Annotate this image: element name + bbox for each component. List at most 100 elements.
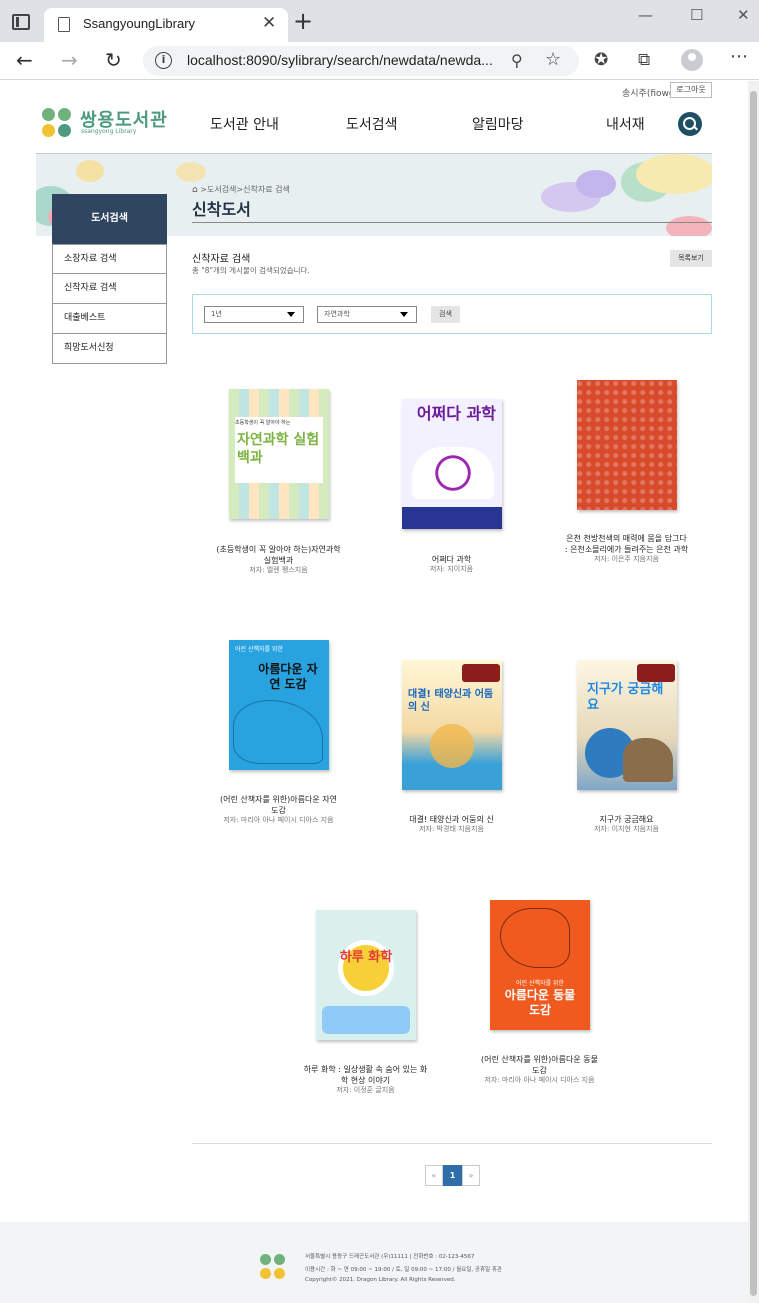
- book-cover-title: 하루 화학: [339, 950, 393, 965]
- sidebar-item-loan-best[interactable]: 대출베스트: [52, 304, 167, 334]
- browser-tab[interactable]: SsangyoungLibrary ✕: [44, 8, 288, 42]
- section-title: 신착자료 검색: [192, 254, 251, 265]
- book-cover[interactable]: [577, 380, 677, 510]
- refresh-icon[interactable]: ↻: [105, 48, 122, 72]
- browser-toolbar: ← → ↻ i localhost:8090/sylibrary/search/…: [0, 42, 759, 80]
- category-select-value: 자연과학: [324, 310, 350, 318]
- back-icon[interactable]: ←: [16, 48, 33, 72]
- book-cover[interactable]: 어린 산책자를 위한 아름다운 동물 도감: [490, 900, 590, 1030]
- book-title[interactable]: 은천 천방천색의 매력에 몸을 담그다 : 은천소믈리에가 들려주는 은천 과학…: [564, 533, 689, 564]
- logo-icon[interactable]: [42, 108, 72, 138]
- sidebar-item-new-arrivals[interactable]: 신착자료 검색: [52, 274, 167, 304]
- favorites-icon[interactable]: ✪: [594, 50, 608, 70]
- book-title[interactable]: 대결! 태양신과 어둠의 신 저자: 박경태 지음지음: [389, 814, 514, 834]
- book-title-text[interactable]: 은천 천방천색의 매력에 몸을 담그다 : 은천소믈리에가 들려주는 은천 과학: [565, 534, 688, 554]
- profile-icon[interactable]: [681, 49, 703, 71]
- logout-button[interactable]: 로그아웃: [670, 82, 712, 98]
- book-author: 저자: 박경태 지음지음: [419, 825, 484, 833]
- book-cover-subtitle: 어린 산책자를 위한: [235, 646, 283, 653]
- banner-cloud: [176, 162, 206, 182]
- zoom-icon[interactable]: ⚲: [511, 51, 523, 70]
- home-icon[interactable]: ⌂: [192, 185, 198, 195]
- close-tab-icon[interactable]: ✕: [262, 13, 276, 33]
- book-title-text[interactable]: 어쩌다 과학: [432, 555, 471, 564]
- add-favorite-icon[interactable]: ☆: [545, 49, 561, 70]
- sidebar-item-book-request[interactable]: 희망도서신청: [52, 334, 167, 364]
- book-cover[interactable]: 하루 화학: [316, 910, 416, 1040]
- book-cover[interactable]: 어린 산책자를 위한 아름다운 자연 도감: [229, 640, 329, 770]
- scrollbar[interactable]: [748, 81, 759, 1303]
- book-author: 저자: 이정훈 글지음: [336, 1086, 395, 1094]
- list-view-button[interactable]: 목록보기: [670, 250, 712, 267]
- period-select-value: 1년: [211, 310, 222, 318]
- book-cover-title: 대결! 태양신과 어둠의 신: [408, 689, 494, 713]
- pagination-current[interactable]: 1: [443, 1165, 462, 1186]
- book-cover-title: 자연과학 실험백과: [237, 432, 320, 466]
- sidebar-item-holdings-search[interactable]: 소장자료 검색: [52, 244, 167, 274]
- book-author: 저자: 엘렌 펭스지음: [249, 566, 308, 574]
- book-title[interactable]: (어린 산책자를 위한)아름다운 동물 도감 저자: 마리아 아나 페이시 디아…: [477, 1054, 602, 1085]
- book-cover-subtitle: 어린 산책자를 위한: [516, 980, 564, 987]
- book-cover-title: 아름다운 동물 도감: [504, 988, 576, 1017]
- book-author: 저자: 이지현 지음지음: [594, 825, 659, 833]
- period-select[interactable]: 1년: [204, 306, 304, 323]
- info-icon[interactable]: i: [155, 52, 172, 69]
- chevron-down-icon: [287, 312, 295, 317]
- book-cover-title: 지구가 궁금해요: [587, 682, 664, 713]
- book-title-text[interactable]: (초등학생이 꼭 알아야 하는)자연과학 실험백과: [216, 545, 340, 565]
- book-title[interactable]: 하루 화학 : 일상생활 속 숨어 있는 화학 현상 이야기 저자: 이정훈 글…: [303, 1064, 428, 1095]
- pagination-next[interactable]: »: [462, 1165, 480, 1186]
- nav-book-search[interactable]: 도서검색: [346, 114, 398, 134]
- book-cover-title: 어쩌다 과학: [416, 404, 496, 423]
- search-icon[interactable]: [678, 112, 702, 136]
- banner-cloud: [76, 160, 104, 182]
- new-tab-icon[interactable]: +: [293, 9, 313, 33]
- content-divider: [192, 1143, 712, 1144]
- page-title: 신착도서: [192, 200, 251, 219]
- minimize-icon[interactable]: —: [638, 6, 653, 24]
- book-author: 저자: 지이지음: [429, 565, 474, 573]
- result-count: 총 "8"개의 게시물이 검색되었습니다.: [192, 266, 310, 275]
- book-cover-title: 아름다운 자연 도감: [258, 662, 318, 691]
- book-title-text[interactable]: 대결! 태양신과 어둠의 신: [409, 815, 493, 824]
- footer-logo-icon: [260, 1254, 286, 1280]
- nav-notice[interactable]: 알림마당: [472, 114, 524, 134]
- breadcrumb-path: >도서검색>신착자료 검색: [200, 185, 290, 194]
- book-title-text[interactable]: 지구가 궁금해요: [599, 815, 653, 824]
- book-title[interactable]: 어쩌다 과학 저자: 지이지음: [389, 554, 514, 574]
- book-cover[interactable]: 대결! 태양신과 어둠의 신: [402, 660, 502, 790]
- more-icon[interactable]: ⋯: [730, 46, 748, 67]
- tab-title: SsangyoungLibrary: [83, 16, 196, 31]
- book-title-text[interactable]: 하루 화학 : 일상생활 속 숨어 있는 화학 현상 이야기: [304, 1065, 428, 1085]
- address-bar[interactable]: i localhost:8090/sylibrary/search/newdat…: [143, 46, 579, 76]
- collections-icon[interactable]: ⧉: [638, 50, 650, 70]
- maximize-icon[interactable]: ☐: [690, 6, 703, 24]
- book-title[interactable]: (초등학생이 꼭 알아야 하는)자연과학 실험백과 저자: 엘렌 펭스지음: [216, 544, 341, 575]
- category-select[interactable]: 자연과학: [317, 306, 417, 323]
- nav-my-library[interactable]: 내서재: [606, 114, 645, 134]
- scrollbar-thumb[interactable]: [750, 91, 757, 1296]
- page-icon: [58, 17, 70, 32]
- url-text[interactable]: localhost:8090/sylibrary/search/newdata/…: [187, 52, 493, 68]
- pagination-prev[interactable]: «: [425, 1165, 443, 1186]
- tab-actions-icon[interactable]: [12, 14, 30, 30]
- book-title-text[interactable]: (어린 산책자를 위한)아름다운 동물 도감: [481, 1055, 598, 1075]
- book-title[interactable]: 지구가 궁금해요 저자: 이지현 지음지음: [564, 814, 689, 834]
- book-title-text[interactable]: (어린 산책자를 위한)아름다운 자연 도감: [220, 795, 337, 815]
- book-cover-subtitle: 초등학생이 꼭 알아야 하는: [235, 420, 291, 426]
- book-cover[interactable]: 어쩌다 과학: [402, 399, 502, 529]
- close-window-icon[interactable]: ✕: [737, 6, 750, 24]
- nav-library-info[interactable]: 도서관 안내: [210, 114, 279, 134]
- book-title[interactable]: (어린 산책자를 위한)아름다운 자연 도감 저자: 마리아 아나 페이시 디아…: [216, 794, 341, 825]
- banner-cloud: [576, 170, 616, 198]
- footer-hours: 이용시간 : 화 ~ 연 09:00 ~ 19:00 / 토, 일 09:00 …: [305, 1267, 502, 1273]
- book-cover[interactable]: 지구가 궁금해요: [577, 660, 677, 790]
- filter-box: 1년 자연과학 검색: [192, 294, 712, 334]
- book-author: 저자: 마리아 아나 페이시 디아스 지음: [223, 816, 334, 824]
- search-button[interactable]: 검색: [431, 306, 460, 323]
- chevron-down-icon: [400, 312, 408, 317]
- forward-icon[interactable]: →: [61, 48, 78, 72]
- book-author: 저자: 이은주 지음지음: [594, 555, 659, 563]
- breadcrumb: ⌂ >도서검색>신착자료 검색: [192, 184, 290, 195]
- book-cover[interactable]: 초등학생이 꼭 알아야 하는 자연과학 실험백과: [229, 389, 329, 519]
